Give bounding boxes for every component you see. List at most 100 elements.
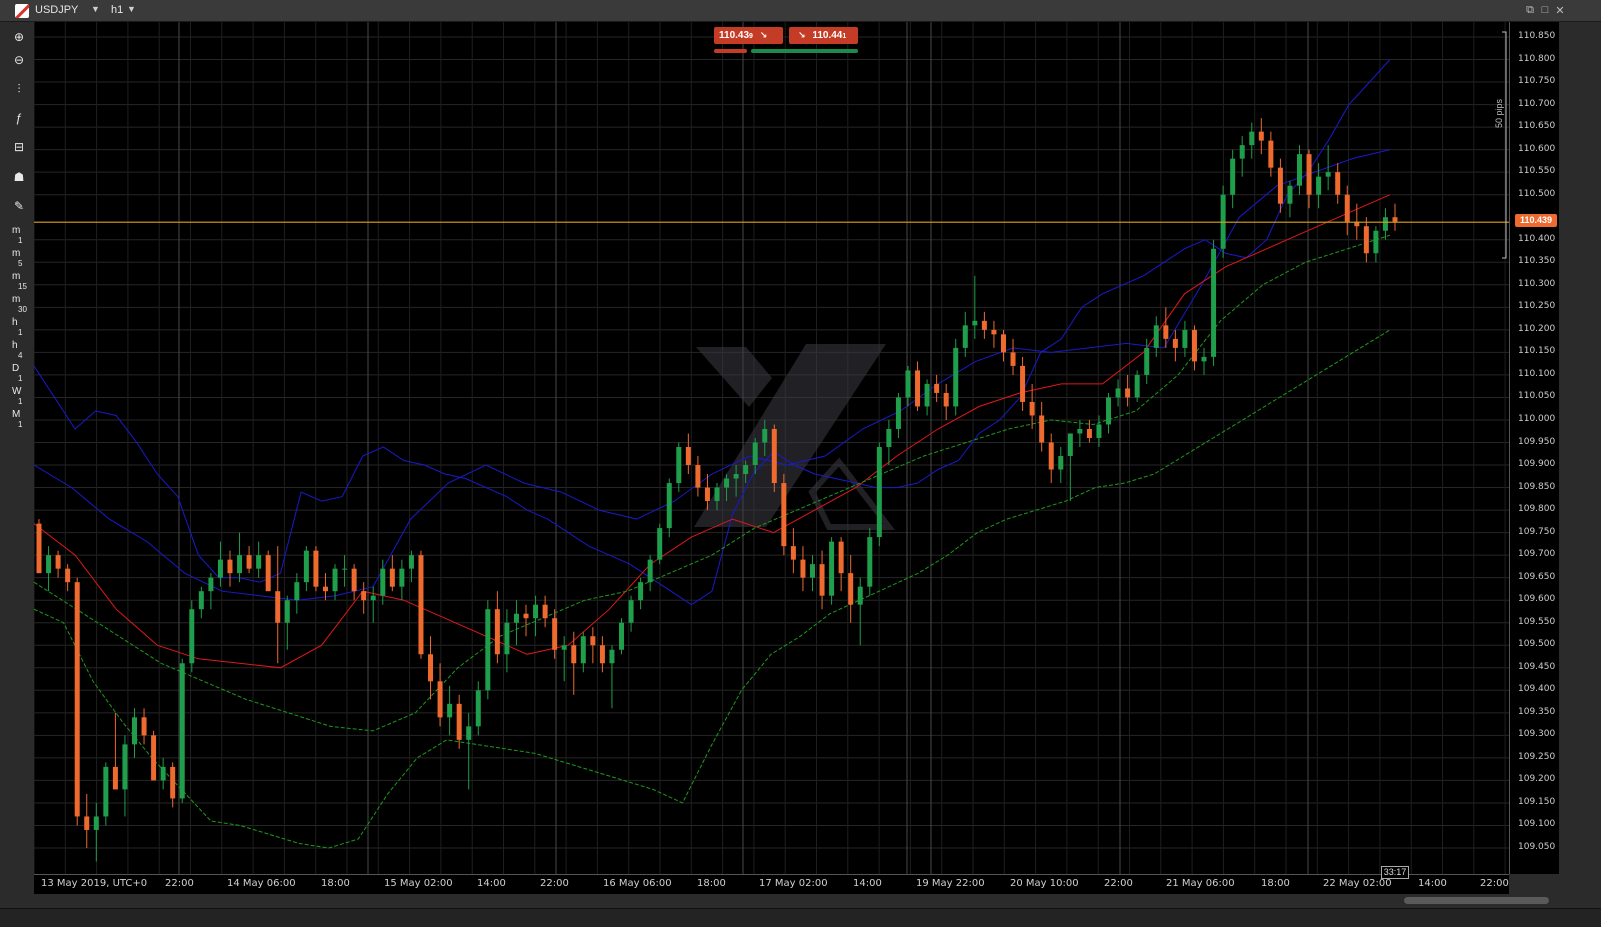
candle-body (1325, 172, 1331, 177)
candle-body (552, 618, 558, 650)
price-axis-label: 109.100 (1518, 819, 1556, 830)
horizontal-scrollbar[interactable] (0, 894, 1601, 908)
candle-body (800, 559, 806, 578)
sell-button[interactable]: 110.439 ↘ (714, 27, 783, 44)
candle-body (876, 447, 882, 538)
candle-body (1077, 428, 1083, 434)
candle-body (1182, 329, 1188, 348)
time-axis-label: 18:00 (697, 878, 726, 889)
timeframe-button-m15[interactable]: m 15 (9, 271, 29, 292)
timeframe-button-m5[interactable]: m5 (9, 248, 29, 269)
candle-body (762, 428, 768, 443)
price-axis-label: 110.250 (1518, 301, 1556, 312)
time-axis-label: 14 May 06:00 (227, 878, 296, 889)
timeframe-button-unit: m (12, 248, 21, 259)
templates-icon[interactable]: ☗ (9, 167, 29, 187)
candle-body (848, 573, 854, 605)
price-axis-label: 110.150 (1518, 346, 1556, 357)
timeframe-dropdown-icon[interactable]: ▼ (127, 4, 136, 14)
chart-type-icon[interactable]: ⫶ (9, 79, 29, 99)
objects-icon[interactable]: ⊟ (9, 137, 29, 157)
price-axis-label: 109.250 (1518, 751, 1556, 762)
candle-body (475, 690, 481, 727)
timeframe-button-h4[interactable]: h4 (9, 340, 29, 361)
price-axis-label: 110.050 (1518, 391, 1556, 402)
candle-body (408, 555, 414, 569)
candle-body (819, 564, 825, 596)
candle-body (284, 600, 290, 623)
price-axis-label: 110.600 (1518, 143, 1556, 154)
indicators-icon[interactable]: ƒ (9, 108, 29, 128)
candle-body (743, 465, 749, 475)
time-axis-label: 18:00 (1261, 878, 1290, 889)
timeframe-button-unit: h (12, 340, 18, 351)
maximize-icon[interactable]: □ (1539, 4, 1551, 16)
candle-body (1153, 325, 1159, 348)
timeframe-button-M1[interactable]: M1 (9, 409, 29, 430)
candle-body (494, 609, 500, 655)
candle-body (513, 613, 519, 623)
timeframe-button-h1[interactable]: h1 (9, 317, 29, 338)
candle-body (943, 392, 949, 407)
timeframe-button-count: 1 (18, 420, 23, 429)
candle-body (256, 555, 262, 569)
sell-volume-bar (714, 49, 747, 53)
candle-body (370, 595, 376, 601)
timeframe-button-D1[interactable]: D1 (9, 363, 29, 384)
scrollbar-thumb[interactable] (1404, 897, 1549, 904)
restore-icon[interactable]: ⧉ (1524, 4, 1536, 17)
candle-body (504, 622, 510, 655)
candle-body (1306, 154, 1312, 195)
candle-body (1163, 325, 1169, 339)
price-axis-label: 110.700 (1518, 98, 1556, 109)
time-axis-label: 14:00 (477, 878, 506, 889)
candle-body (65, 568, 71, 583)
candle-body (619, 622, 625, 650)
candle-body (84, 816, 90, 830)
candle-body (389, 568, 395, 587)
symbol-dropdown-icon[interactable]: ▼ (91, 4, 100, 14)
symbol-label[interactable]: USDJPY (35, 4, 78, 16)
candle-body (361, 591, 367, 601)
candle-body (666, 483, 672, 529)
price-axis-label: 110.200 (1518, 323, 1556, 334)
candle-body (542, 604, 548, 619)
candle-body (1287, 185, 1293, 204)
buy-button[interactable]: ↘ 110.441 (789, 27, 858, 44)
candle-body (1020, 365, 1026, 402)
buy-volume-bar (751, 49, 858, 53)
candle-body (1086, 428, 1092, 438)
timeframe-button-W1[interactable]: W1 (9, 386, 29, 407)
candle-body (428, 654, 434, 682)
candle-body (380, 568, 386, 596)
price-axis-label: 109.900 (1518, 459, 1556, 470)
candle-body (924, 383, 930, 407)
candle-body (685, 447, 691, 466)
time-axis-label: 16 May 06:00 (603, 878, 672, 889)
watermark-logo-part (696, 347, 772, 407)
time-axis-label: 22:00 (540, 878, 569, 889)
candle-body (1048, 442, 1054, 470)
candle-body (628, 600, 634, 623)
timeframe-button-m30[interactable]: m 30 (9, 294, 29, 315)
price-axis-label: 109.700 (1518, 549, 1556, 560)
candle-body (227, 559, 233, 574)
price-axis-label: 109.200 (1518, 774, 1556, 785)
chart-canvas[interactable] (34, 22, 1509, 874)
zoom-out-icon[interactable]: ⊖ (9, 50, 29, 70)
candle-body (676, 447, 682, 484)
candle-body (790, 546, 796, 560)
candle-body (131, 717, 137, 745)
zoom-in-icon[interactable]: ⊕ (9, 27, 29, 47)
timeframe-label[interactable]: h1 (111, 4, 123, 16)
close-icon[interactable]: ✕ (1554, 4, 1566, 17)
time-axis-label: 22:00 (1104, 878, 1133, 889)
candle-body (838, 541, 844, 574)
candle-body (1277, 167, 1283, 204)
broker-logo-icon (15, 4, 29, 18)
timeframe-button-m1[interactable]: m1 (9, 225, 29, 246)
candle-body (1010, 352, 1016, 366)
candle-body (571, 645, 577, 664)
drawing-tools-icon[interactable]: ✎ (9, 196, 29, 216)
buy-price: 110.44 (812, 30, 843, 41)
